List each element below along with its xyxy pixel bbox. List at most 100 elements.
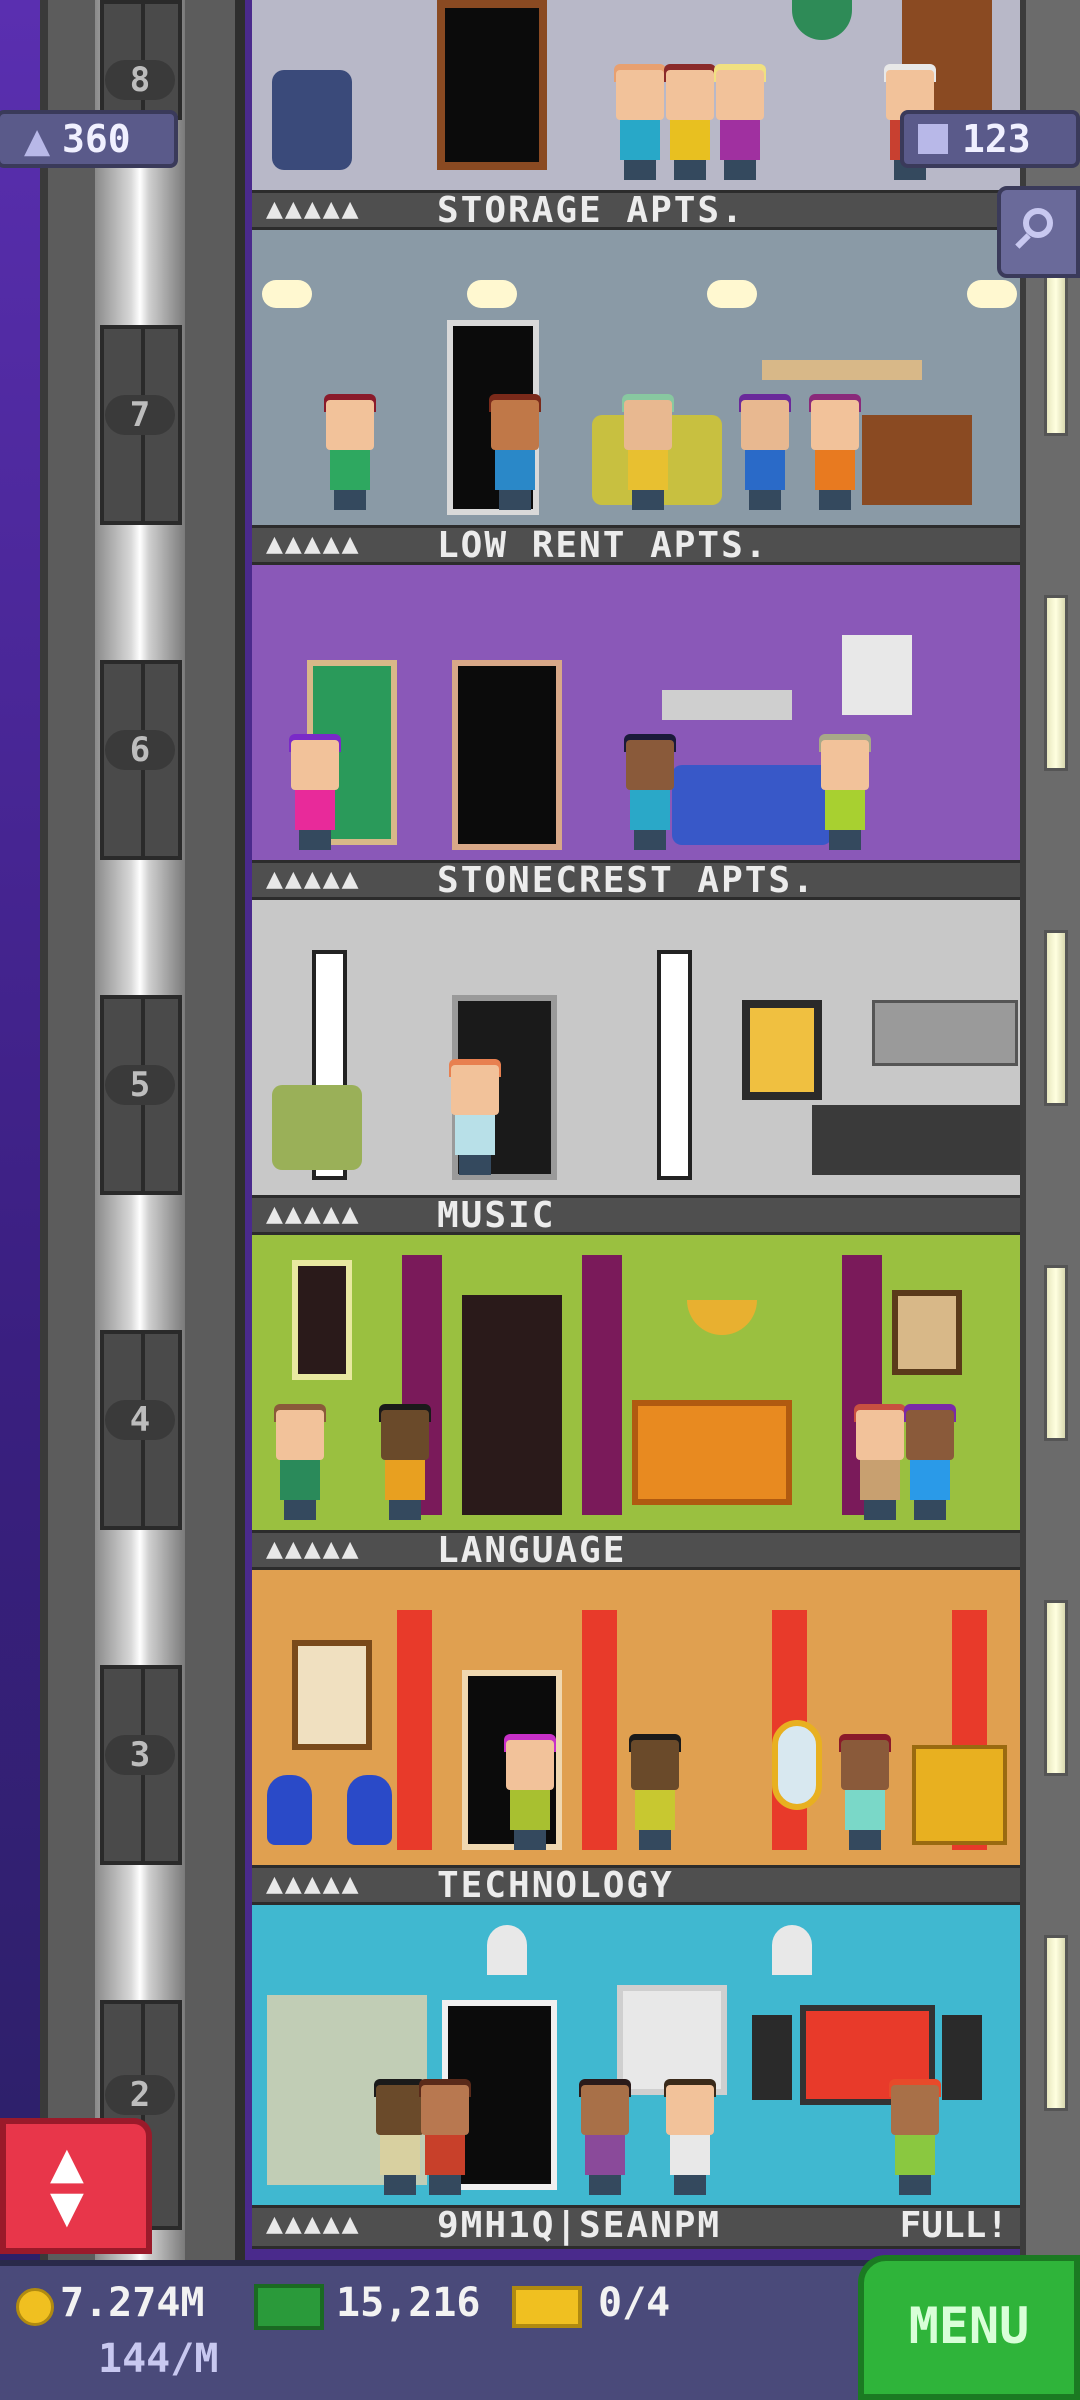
cabinet: [872, 1000, 1018, 1066]
floor-6-room[interactable]: [252, 565, 1020, 860]
floor-banner-7: ▲▲▲▲▲ LOW RENT APTS.: [252, 525, 1020, 565]
window-light: [1044, 930, 1068, 1106]
vase: [347, 1775, 392, 1845]
bookshelf: [762, 360, 922, 380]
person[interactable]: [837, 1734, 893, 1850]
window-light: [1044, 1600, 1068, 1776]
floor-banner-3: ▲▲▲▲▲ TECHNOLOGY: [252, 1865, 1020, 1905]
person[interactable]: [887, 2079, 943, 2195]
floors-counter[interactable]: 123: [900, 110, 1080, 168]
floor-banner-6: ▲▲▲▲▲ STONECREST APTS.: [252, 860, 1020, 900]
floor-2-room[interactable]: [252, 1905, 1020, 2205]
storage-boxes: [272, 70, 352, 170]
floor-banner-5: ▲▲▲▲▲ MUSIC: [252, 1195, 1020, 1235]
floor-name: 9MH1Q|SEANPM: [437, 2205, 722, 2246]
floor-5-room[interactable]: [252, 900, 1020, 1195]
window: [292, 1260, 352, 1380]
game-poster: [842, 635, 912, 715]
ceiling-lamp: [707, 280, 757, 308]
floor-number-4: 4: [105, 1400, 175, 1440]
person[interactable]: [322, 394, 378, 510]
star-rating: ▲▲▲▲▲: [266, 867, 361, 892]
elevator-button[interactable]: ▲ ▼: [0, 2118, 152, 2254]
person[interactable]: [502, 1734, 558, 1850]
door: [437, 0, 547, 170]
floor-3-room[interactable]: [252, 1570, 1020, 1865]
armchair: [272, 1085, 362, 1170]
doorway: [462, 1295, 562, 1515]
golden-mirror: [772, 1720, 822, 1810]
person[interactable]: [287, 734, 343, 850]
search-button[interactable]: [997, 186, 1080, 278]
person[interactable]: [622, 734, 678, 850]
population-value: 360: [62, 117, 131, 161]
painting: [892, 1290, 962, 1375]
floor-7-room[interactable]: [252, 230, 1020, 525]
tv: [862, 415, 972, 505]
kitchen-counter: [812, 1105, 1020, 1175]
coins-value: 7.274M: [60, 2280, 205, 2326]
floor-status: FULL!: [899, 2205, 1008, 2246]
star-rating: ▲▲▲▲▲: [266, 1202, 361, 1227]
floor-4-room[interactable]: [252, 1235, 1020, 1530]
person[interactable]: [272, 1404, 328, 1520]
person[interactable]: [627, 1734, 683, 1850]
chandelier: [687, 1300, 757, 1335]
person[interactable]: [902, 1404, 958, 1520]
pillar: [657, 950, 692, 1180]
painting: [742, 1000, 822, 1100]
floors-value: 123: [962, 117, 1031, 161]
building-icon: [918, 124, 948, 154]
floor-name: MUSIC: [437, 1195, 556, 1236]
window-light: [1044, 1935, 1068, 2111]
window-light: [1044, 595, 1068, 771]
person[interactable]: [487, 394, 543, 510]
hieroglyph-scroll: [292, 1640, 372, 1750]
floor-number-3: 3: [105, 1735, 175, 1775]
person[interactable]: [852, 1404, 908, 1520]
person[interactable]: [662, 2079, 718, 2195]
curtain: [582, 1255, 622, 1515]
speaker: [942, 2015, 982, 2100]
floor-number-6: 6: [105, 730, 175, 770]
person[interactable]: [447, 1059, 503, 1175]
person[interactable]: [417, 2079, 473, 2195]
floor-banner-8: ▲▲▲▲▲ STORAGE APTS.: [252, 190, 1020, 230]
coins-rate: 144/M: [98, 2336, 219, 2382]
person[interactable]: [377, 1404, 433, 1520]
person[interactable]: [662, 64, 718, 180]
elevator-arrows-icon: ▲ ▼: [50, 2138, 84, 2233]
person[interactable]: [577, 2079, 633, 2195]
star-rating: ▲▲▲▲▲: [266, 2212, 361, 2237]
bux-value: 15,216: [336, 2280, 481, 2326]
person[interactable]: [807, 394, 863, 510]
magnifier-handle: [1015, 233, 1031, 249]
star-rating: ▲▲▲▲▲: [266, 197, 361, 222]
person[interactable]: [817, 734, 873, 850]
person[interactable]: [712, 64, 768, 180]
star-rating: ▲▲▲▲▲: [266, 1537, 361, 1562]
population-counter[interactable]: ▲ 360: [0, 110, 178, 168]
person[interactable]: [620, 394, 676, 510]
floor-name: STONECREST APTS.: [437, 860, 816, 901]
person[interactable]: [737, 394, 793, 510]
vase: [267, 1775, 312, 1845]
star-rating: ▲▲▲▲▲: [266, 1872, 361, 1897]
floor-number-8: 8: [105, 60, 175, 100]
speaker: [752, 2015, 792, 2100]
sofa: [672, 765, 832, 845]
person-icon: ▲: [24, 121, 51, 161]
window-light: [1044, 260, 1068, 436]
floor-name: TECHNOLOGY: [437, 1865, 674, 1906]
floor-banner-4: ▲▲▲▲▲ LANGUAGE: [252, 1530, 1020, 1570]
person[interactable]: [612, 64, 668, 180]
wall-poster: [662, 690, 792, 720]
floor-name: LANGUAGE: [437, 1530, 627, 1571]
city-background: [0, 0, 40, 2260]
floor-number-5: 5: [105, 1065, 175, 1105]
coin-icon: [16, 2288, 54, 2326]
ceiling-lamp: [772, 1925, 812, 1975]
menu-button[interactable]: MENU: [858, 2255, 1080, 2400]
door: [452, 660, 562, 850]
ceiling-lamp: [262, 280, 312, 308]
